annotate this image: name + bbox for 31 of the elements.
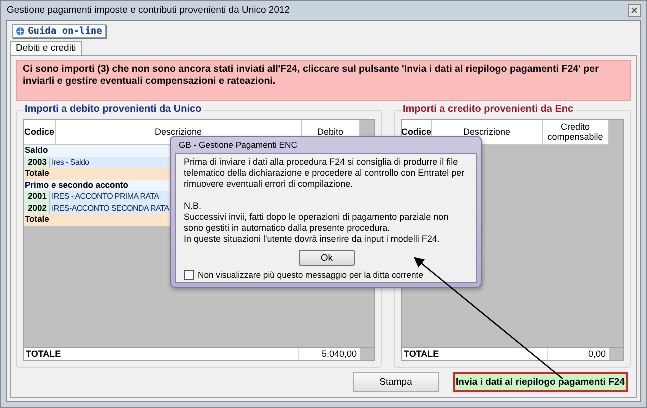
help-button[interactable]: Guida on-line — [12, 24, 106, 38]
globe-icon — [16, 26, 25, 36]
column-header: Credito compensabile — [543, 120, 609, 145]
checkbox[interactable] — [184, 270, 194, 280]
panel-title: Importi a credito provenienti da Enc — [401, 104, 576, 115]
dialog-text: In queste situazioni l'utente dovrà inserire da input i modelli F24. — [184, 234, 441, 245]
group-label: Primo e secondo acconto — [24, 180, 128, 191]
window-title: Gestione pagamenti imposte e contributi provenienti da Unico 2012 — [7, 5, 290, 16]
checkbox-label[interactable]: Non visualizzare più questo messaggio per la ditta corrente — [198, 270, 424, 280]
print-button[interactable]: Stampa — [353, 372, 439, 392]
total-label: TOTALE — [403, 349, 440, 359]
table-cell-text: IRES-ACCONTO SECONDA RATA — [51, 202, 170, 214]
table-cell-text: IRES - ACCONTO PRIMA RATA — [51, 191, 160, 202]
dialog-text: Prima di inviare i dati alla procedura F24 si consiglia di produrre il file telematico della dichiarazione e procedere al controllo con Entratel per rimuovere eventuali errori di compilazione. — [184, 157, 466, 190]
warning-message: Ci sono importi (3) che non sono ancora stati inviati all'F24, cliccare sul pulsante 'Invia i dati al riepilogo pagamenti F24' per inviarli e gestire eventuali compensazioni e rateazioni. — [16, 60, 631, 101]
ok-button[interactable]: Ok — [299, 250, 355, 266]
subtotal-label: Totale — [24, 168, 50, 180]
group-label: Saldo — [24, 145, 48, 156]
table-cell: 2001 — [24, 191, 50, 202]
subtotal-label: Totale — [24, 214, 50, 226]
column-header: Codice — [24, 120, 56, 145]
close-icon[interactable] — [628, 4, 641, 17]
total-label: TOTALE — [25, 349, 62, 359]
dialog-text: Successivi invii, fatti dopo le operazioni di pagamento parziale non sono gestiti in automatico dalla presente procedura. — [184, 212, 450, 234]
tab[interactable]: Debiti e crediti — [10, 41, 82, 55]
table-cell: 2002 — [24, 202, 50, 214]
table-cell-text: Ires - Saldo — [51, 156, 90, 168]
table-cell: 2003 — [24, 156, 50, 168]
send-button[interactable]: Invia i dati al riepilogo pagamenti F24 — [453, 372, 628, 392]
dialog-text: N.B. — [184, 201, 203, 212]
panel-title: Importi a debito provenienti da Unico — [23, 104, 204, 115]
